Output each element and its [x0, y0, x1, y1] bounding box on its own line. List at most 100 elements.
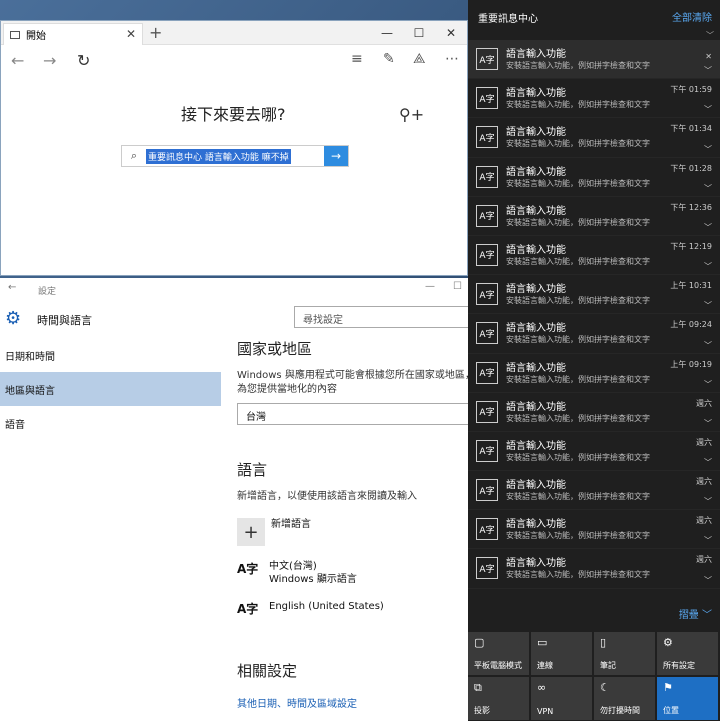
notification-body: 安裝語言輸入功能，例如拼字檢查和文字 — [506, 413, 650, 423]
quick-action-tile[interactable]: ⧉ 投影 — [468, 677, 529, 720]
chevron-down-icon[interactable]: ﹀ — [704, 379, 712, 390]
chevron-down-icon[interactable]: ﹀ — [704, 496, 712, 507]
quick-action-tile[interactable]: ⚑ 位置 — [657, 677, 718, 720]
page-heading: 接下來要去哪? — [181, 105, 286, 124]
chevron-down-icon[interactable]: ﹀ — [704, 65, 712, 76]
quick-action-tile[interactable]: ▯ 筆記 — [594, 632, 655, 675]
notification-list: A字 語言輸入功能 安裝語言輸入功能，例如拼字檢查和文字 ✕ ﹀ A字 語言輸入功能 安裝語言… — [468, 40, 720, 589]
notification-body: 安裝語言輸入功能，例如拼字檢查和文字 — [506, 296, 650, 306]
gear-icon: ⚙ — [5, 308, 22, 329]
collapse-button[interactable]: 摺疊 ﹀ — [679, 606, 712, 621]
notification-item[interactable]: A字 語言輸入功能 安裝語言輸入功能，例如拼字檢查和文字 上午 10:31 ﹀ — [468, 275, 720, 315]
search-box[interactable]: ⌕ 重要訊息中心 語言輸入功能 嘛不掉 → — [121, 145, 349, 167]
related-link[interactable]: 其他日期、時間及區域設定 — [237, 695, 468, 710]
language-icon: A字 — [237, 602, 259, 616]
notification-item[interactable]: A字 語言輸入功能 安裝語言輸入功能，例如拼字檢查和文字 下午 12:36 ﹀ — [468, 197, 720, 236]
notification-item[interactable]: A字 語言輸入功能 安裝語言輸入功能，例如拼字檢查和文字 週六 ﹀ — [468, 393, 720, 432]
language-item-english[interactable]: A字 English (United States) — [237, 600, 468, 626]
notification-item[interactable]: A字 語言輸入功能 安裝語言輸入功能，例如拼字檢查和文字 週六 ﹀ — [468, 471, 720, 511]
chevron-down-icon[interactable]: ﹀ — [704, 144, 712, 155]
back-icon[interactable]: ← — [8, 282, 16, 293]
notification-time: 下午 12:19 — [670, 241, 712, 251]
notification-item[interactable]: A字 語言輸入功能 安裝語言輸入功能，例如拼字檢查和文字 下午 12:19 ﹀ — [468, 236, 720, 276]
action-center-title: 重要訊息中心 — [478, 14, 538, 25]
language-name: 中文(台灣) — [269, 561, 317, 572]
notification-title: 語言輸入功能 — [506, 323, 566, 335]
tile-label: 連線 — [537, 661, 553, 670]
browser-tab[interactable]: 開始 ✕ — [3, 23, 143, 45]
refresh-icon[interactable]: ↻ — [77, 51, 90, 70]
hub-icon[interactable]: ≡ — [351, 51, 363, 67]
notification-item[interactable]: A字 語言輸入功能 安裝語言輸入功能，例如拼字檢查和文字 週六 ﹀ — [468, 510, 720, 550]
plus-icon[interactable]: + — [237, 518, 265, 546]
language-icon: A字 — [476, 48, 498, 70]
notification-title: 語言輸入功能 — [506, 244, 566, 256]
tab-bar: 開始 ✕ + — ☐ ✕ — [1, 21, 467, 45]
notification-item[interactable]: A字 語言輸入功能 安裝語言輸入功能，例如拼字檢查和文字 週六 ﹀ — [468, 549, 720, 589]
maximize-icon[interactable]: ☐ — [403, 21, 435, 45]
language-item-chinese[interactable]: A字 中文(台灣) Windows 顯示語言 — [237, 560, 468, 586]
chevron-down-icon[interactable]: ﹀ — [704, 222, 712, 233]
menu-item-date-time[interactable]: 日期和時間 — [0, 338, 221, 372]
web-note-icon[interactable]: ✎ — [383, 51, 395, 67]
quick-action-tile[interactable]: ▢ 平板電腦模式 — [468, 632, 529, 675]
notification-item[interactable]: A字 語言輸入功能 安裝語言輸入功能，例如拼字檢查和文字 ✕ ﹀ — [468, 40, 720, 80]
add-language-row[interactable]: + 新增語言 — [237, 518, 468, 546]
menu-item-speech[interactable]: 語音 — [0, 406, 221, 440]
country-heading: 國家或地區 — [237, 340, 313, 358]
notification-time: 週六 — [696, 437, 712, 447]
quick-action-tile[interactable]: ☾ 勿打擾時間 — [594, 677, 655, 720]
minimize-icon[interactable]: — — [425, 281, 435, 292]
quick-action-tile[interactable]: ⚙ 所有設定 — [657, 632, 718, 675]
close-icon[interactable]: ✕ — [705, 52, 712, 62]
chevron-down-icon[interactable]: ﹀ — [704, 457, 712, 468]
notification-item[interactable]: A字 語言輸入功能 安裝語言輸入功能，例如拼字檢查和文字 上午 09:24 ﹀ — [468, 314, 720, 354]
go-button[interactable]: → — [324, 146, 348, 166]
menu-item-region-language[interactable]: 地區與語言 — [0, 372, 221, 406]
quick-action-tile[interactable]: ∞ VPN — [531, 677, 592, 720]
chevron-down-icon[interactable]: ﹀ — [704, 340, 712, 351]
more-icon[interactable]: ⋯ — [445, 51, 459, 67]
find-setting-input[interactable]: 尋找設定 — [294, 306, 470, 328]
chevron-down-icon[interactable]: ﹀ — [704, 300, 712, 311]
notification-item[interactable]: A字 語言輸入功能 安裝語言輸入功能，例如拼字檢查和文字 週六 ﹀ — [468, 432, 720, 472]
chevron-down-icon[interactable]: ﹀ — [704, 575, 712, 586]
minimize-icon[interactable]: — — [371, 21, 403, 45]
notification-body: 安裝語言輸入功能，例如拼字檢查和文字 — [506, 452, 650, 462]
chevron-down-icon[interactable]: ﹀ — [704, 418, 712, 429]
search-input[interactable]: 重要訊息中心 語言輸入功能 嘛不掉 — [146, 148, 291, 164]
notification-item[interactable]: A字 語言輸入功能 安裝語言輸入功能，例如拼字檢查和文字 上午 09:19 ﹀ — [468, 354, 720, 393]
notification-body: 安裝語言輸入功能，例如拼字檢查和文字 — [506, 374, 650, 384]
tile-label: 所有設定 — [663, 661, 695, 670]
chevron-down-icon[interactable]: ﹀ — [704, 104, 712, 115]
language-icon: A字 — [476, 126, 498, 149]
clear-all-button[interactable]: 全部清除 — [672, 9, 712, 24]
maximize-icon[interactable]: ☐ — [453, 281, 462, 292]
back-icon[interactable]: ← — [11, 51, 24, 70]
edge-window: 開始 ✕ + — ☐ ✕ ← → ↻ ≡ ✎ ⟁ ⋯ 接下來要去哪? ⚲+ ⌕ … — [0, 20, 468, 276]
country-dropdown[interactable]: 台灣 — [237, 403, 468, 425]
vpn-icon: ∞ — [537, 681, 547, 694]
close-tab-icon[interactable]: ✕ — [126, 27, 136, 41]
notification-item[interactable]: A字 語言輸入功能 安裝語言輸入功能，例如拼字檢查和文字 下午 01:34 ﹀ — [468, 118, 720, 158]
notification-item[interactable]: A字 語言輸入功能 安裝語言輸入功能，例如拼字檢查和文字 下午 01:28 ﹀ — [468, 158, 720, 197]
language-icon: A字 — [476, 283, 498, 306]
settings-menu: 日期和時間 地區與語言 語音 — [0, 338, 221, 440]
language-heading: 語言 — [237, 461, 268, 479]
forward-icon[interactable]: → — [43, 51, 56, 70]
notification-item[interactable]: A字 語言輸入功能 安裝語言輸入功能，例如拼字檢查和文字 下午 01:59 ﹀ — [468, 79, 720, 119]
notification-title: 語言輸入功能 — [506, 440, 566, 452]
quick-action-tile[interactable]: ▭ 連線 — [531, 632, 592, 675]
language-icon: A字 — [476, 479, 498, 502]
share-icon[interactable]: ⟁ — [413, 51, 426, 67]
add-person-icon[interactable]: ⚲+ — [399, 105, 424, 124]
tablet-icon: ▢ — [474, 636, 485, 649]
chevron-down-icon[interactable]: ﹀ — [704, 535, 712, 546]
notification-body: 安裝語言輸入功能，例如拼字檢查和文字 — [506, 100, 650, 110]
new-tab-icon[interactable]: + — [149, 23, 162, 42]
close-window-icon[interactable]: ✕ — [435, 21, 467, 45]
add-language-label: 新增語言 — [271, 519, 311, 530]
chevron-down-icon[interactable]: ﹀ — [704, 183, 712, 194]
chevron-down-icon[interactable]: ﹀ — [704, 261, 712, 272]
notification-title: 語言輸入功能 — [506, 127, 566, 139]
